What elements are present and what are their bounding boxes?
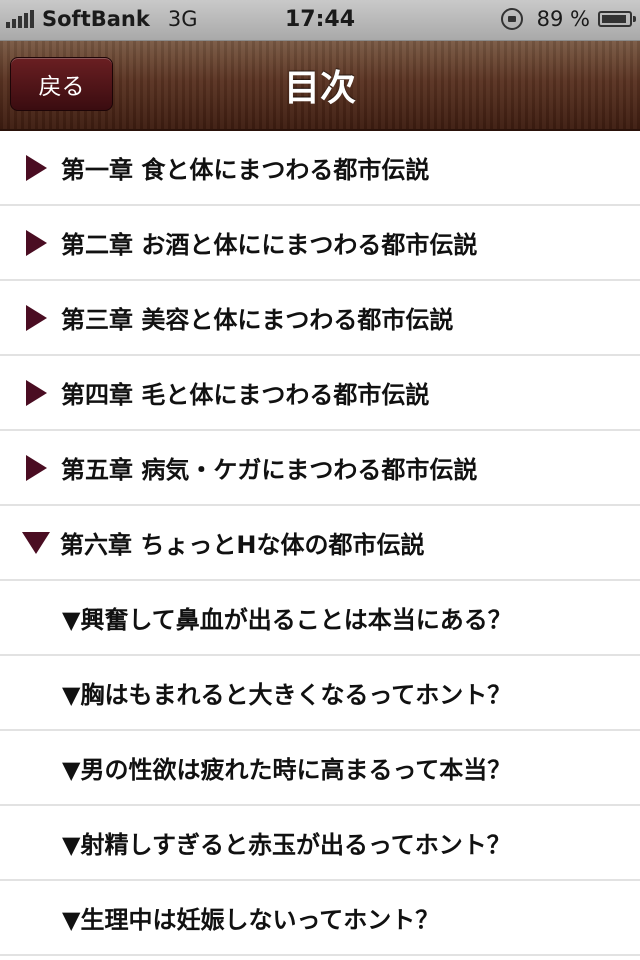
chapter-row-3[interactable]: 第三章 美容と体にまつわる都市伝説 [0,281,640,356]
expand-arrow-icon [26,379,47,406]
expand-arrow-icon [26,229,47,256]
chapter-row-5[interactable]: 第五章 病気・ケガにまつわる都市伝説 [0,431,640,506]
article-row-1[interactable]: ▼興奮して鼻血が出ることは本当にある？ [0,581,640,656]
article-row-5[interactable]: ▼生理中は妊娠しないってホント？ [0,881,640,956]
chapter-row-4[interactable]: 第四章 毛と体にまつわる都市伝説 [0,356,640,431]
article-label: ▼生理中は妊娠しないってホント？ [62,906,440,934]
article-label: ▼興奮して鼻血が出ることは本当にある？ [62,606,512,634]
rotation-lock-icon [500,8,523,30]
status-bar: SoftBank 3G 17:44 89 % [0,0,640,41]
chapter-label: 第四章 毛と体にまつわる都市伝説 [61,381,430,409]
battery-icon [598,11,636,27]
article-label: ▼男の性欲は疲れた時に高まるって本当？ [62,756,512,784]
article-label: ▼射精しすぎると赤玉が出るってホント？ [62,831,511,859]
article-row-4[interactable]: ▼射精しすぎると赤玉が出るってホント？ [0,806,640,881]
chapter-row-2[interactable]: 第二章 お酒と体ににまつわる都市伝説 [0,206,640,281]
article-label: ▼胸はもまれると大きくなるってホント？ [62,681,512,709]
chapter-label: 第三章 美容と体にまつわる都市伝説 [61,306,454,334]
article-row-3[interactable]: ▼男の性欲は疲れた時に高まるって本当？ [0,731,640,806]
collapse-arrow-icon [22,531,50,554]
expand-arrow-icon [26,454,47,481]
battery-percentage: 89 % [536,7,590,31]
chapter-label: 第二章 お酒と体ににまつわる都市伝説 [61,231,478,259]
chapter-label: 第一章 食と体にまつわる都市伝説 [61,156,430,184]
chapter-label: 第六章 ちょっとHな体の都市伝説 [60,531,425,559]
table-of-contents-list: 第一章 食と体にまつわる都市伝説 第二章 お酒と体ににまつわる都市伝説 第三章 … [0,131,640,956]
page-title: 目次 [283,68,356,109]
chapter-label: 第五章 病気・ケガにまつわる都市伝説 [61,456,478,484]
expand-arrow-icon [26,154,47,181]
chapter-row-1[interactable]: 第一章 食と体にまつわる都市伝説 [0,131,640,206]
navigation-bar: 戻る 目次 [0,41,640,131]
chapter-row-6[interactable]: 第六章 ちょっとHな体の都市伝説 [0,506,640,581]
article-row-2[interactable]: ▼胸はもまれると大きくなるってホント？ [0,656,640,731]
status-right: 89 % [500,7,636,31]
expand-arrow-icon [26,304,47,331]
